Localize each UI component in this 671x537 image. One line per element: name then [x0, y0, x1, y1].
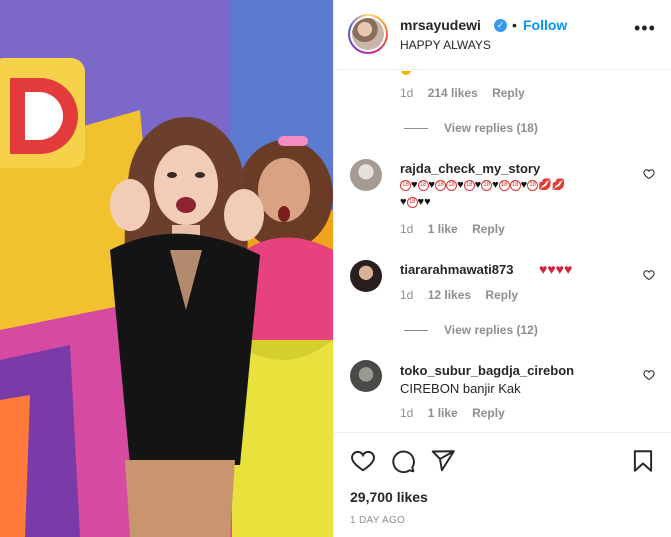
- black-heart-icon: ♥: [411, 179, 418, 191]
- red-hearts-emoji: ♥♥♥♥: [539, 261, 573, 277]
- commenter-avatar[interactable]: [350, 360, 382, 392]
- view-replies-label: View replies (12): [444, 323, 538, 337]
- black-heart-icon: ♥: [457, 179, 464, 191]
- like-comment-heart-icon[interactable]: [643, 369, 655, 381]
- view-replies-label: View replies (18): [444, 121, 538, 135]
- reply-button[interactable]: Reply: [485, 288, 518, 302]
- commenter-username[interactable]: toko_subur_bagdja_cirebon: [400, 363, 574, 378]
- comments-list[interactable]: 1d 214 likes Reply View replies (18) raj…: [334, 71, 671, 431]
- no-under-18-icon: 18: [509, 179, 521, 191]
- black-heart-icon: ♥: [492, 179, 499, 191]
- comment-meta: 1d 1 like Reply: [400, 406, 516, 420]
- comment-likes[interactable]: 1 like: [428, 406, 458, 420]
- no-under-18-icon: 18: [498, 179, 510, 191]
- commenter-username[interactable]: rajda_check_my_story: [400, 161, 540, 176]
- no-under-18-icon: 18: [527, 179, 539, 191]
- comment-likes[interactable]: 12 likes: [428, 288, 471, 302]
- avatar-image: [352, 18, 384, 50]
- heart-outline-icon[interactable]: [350, 448, 376, 474]
- comment-text: CIREBON banjir Kak: [400, 381, 521, 396]
- more-options-icon[interactable]: •••: [634, 19, 655, 40]
- bookmark-icon[interactable]: [630, 448, 656, 474]
- post-timestamp[interactable]: 1 DAY AGO: [350, 515, 405, 526]
- view-replies-button[interactable]: View replies (18): [404, 121, 538, 135]
- comment-time: 1d: [400, 406, 414, 420]
- comment-time: 1d: [400, 222, 414, 236]
- comment-time: 1d: [400, 288, 414, 302]
- black-heart-icon: ♥♥: [417, 196, 431, 208]
- no-under-18-icon: 18: [406, 196, 418, 208]
- post-side-panel: mrsayudewi ✓ • Follow HAPPY ALWAYS ••• 1…: [333, 0, 671, 537]
- post-likes-count[interactable]: 29,700 likes: [350, 489, 428, 505]
- comment-likes[interactable]: 214 likes: [428, 86, 478, 100]
- no-under-18-icon: 18: [481, 179, 493, 191]
- post-caption: HAPPY ALWAYS: [400, 38, 491, 52]
- follow-button[interactable]: Follow: [523, 17, 567, 33]
- no-under-18-icon: 18: [400, 179, 411, 191]
- reply-button[interactable]: Reply: [472, 222, 505, 236]
- commenter-username[interactable]: tiararahmawati873: [400, 262, 513, 277]
- like-comment-heart-icon[interactable]: [643, 168, 655, 180]
- view-replies-line: [404, 330, 428, 332]
- post-header: mrsayudewi ✓ • Follow HAPPY ALWAYS •••: [334, 0, 671, 70]
- no-under-18-icon: 18: [446, 179, 458, 191]
- comment-bubble-icon[interactable]: [390, 448, 416, 474]
- verified-badge-icon: ✓: [494, 19, 507, 32]
- reply-button[interactable]: Reply: [472, 406, 505, 420]
- post-photo[interactable]: [0, 0, 333, 537]
- no-under-18-icon: 18: [463, 179, 475, 191]
- post-photo-illustration: [0, 0, 333, 537]
- no-under-18-icon: 18: [417, 179, 429, 191]
- comment-meta: 1d 1 like Reply: [400, 222, 516, 236]
- black-heart-icon: ♥: [400, 196, 407, 208]
- author-avatar[interactable]: [348, 14, 388, 54]
- commenter-avatar[interactable]: [350, 260, 382, 292]
- paper-plane-icon[interactable]: [430, 448, 456, 474]
- reply-button[interactable]: Reply: [492, 86, 525, 100]
- comment-meta: 1d 214 likes Reply: [400, 86, 536, 100]
- like-comment-heart-icon[interactable]: [643, 269, 655, 281]
- lips-icon: 💋💋: [538, 179, 566, 191]
- no-under-18-icon: 18: [435, 179, 447, 191]
- comment-likes[interactable]: 1 like: [428, 222, 458, 236]
- comment-emoji-text: 18 ♥ 18 ♥ 18 18 ♥ 18 ♥ 18 ♥ 18 18 ♥ 18 💋💋 ♥ 18 ♥♥: [400, 177, 630, 211]
- separator-dot: •: [512, 17, 517, 33]
- comment-meta: 1d 12 likes Reply: [400, 288, 529, 302]
- emoji-icon: [401, 71, 411, 75]
- comment-time: 1d: [400, 86, 414, 100]
- post-actions: 29,700 likes 1 DAY AGO: [334, 432, 671, 537]
- view-replies-line: [404, 128, 428, 130]
- author-username[interactable]: mrsayudewi: [400, 17, 481, 33]
- view-replies-button[interactable]: View replies (12): [404, 323, 538, 337]
- commenter-avatar[interactable]: [350, 159, 382, 191]
